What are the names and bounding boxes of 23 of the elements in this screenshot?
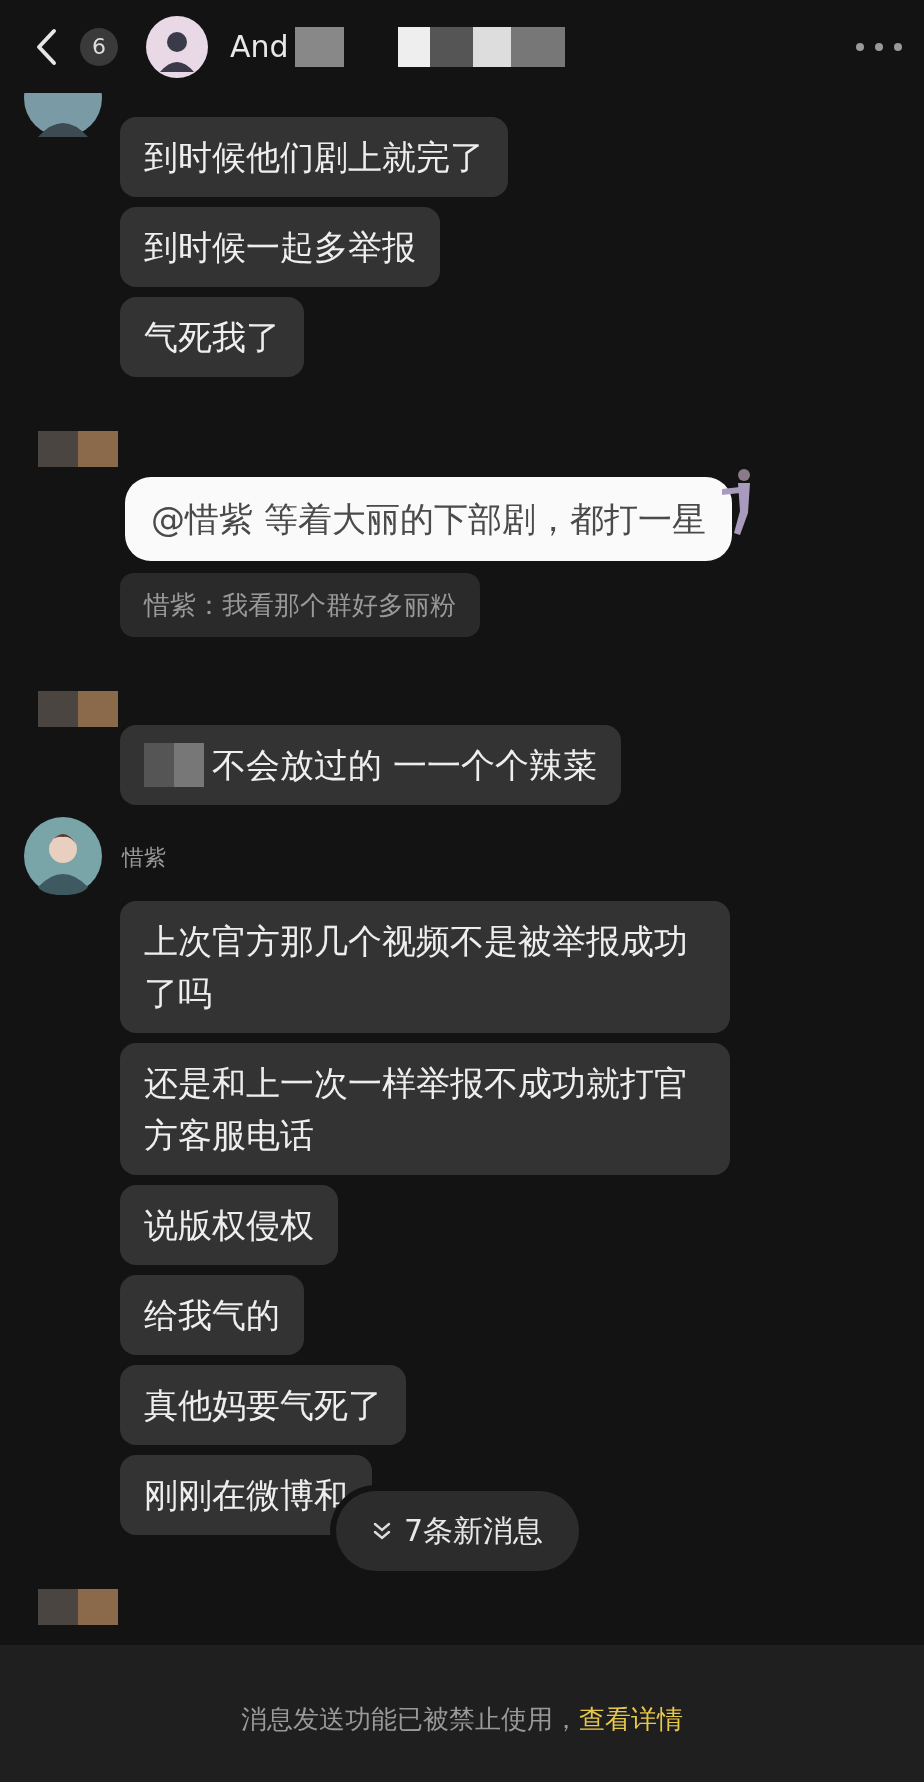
double-chevron-icon — [372, 1521, 392, 1542]
more-icon[interactable] — [854, 40, 904, 53]
mosaic-blur — [144, 743, 204, 788]
unread-count: 6 — [80, 27, 118, 66]
message-bubble: 还是和上一次一样举报不成功就打官方客服电话 — [120, 1043, 730, 1176]
mention-sticker: @惜紫 等着大丽的下部剧，都打一星 — [125, 477, 732, 562]
avatar[interactable] — [146, 15, 208, 78]
message-bubble: 到时候他们剧上就完了 — [120, 117, 508, 198]
message-bubble: 真他妈要气死了 — [120, 1365, 406, 1446]
message-bubble: 气死我了 — [120, 297, 304, 378]
details-link[interactable]: 查看详情 — [579, 1702, 683, 1738]
avatar[interactable] — [24, 93, 102, 138]
back-icon — [34, 26, 58, 67]
quoted-message: 惜紫：我看那个群好多丽粉 — [120, 573, 480, 638]
sender-name: 惜紫 — [122, 844, 166, 873]
message-bubble: 给我气的 — [120, 1275, 304, 1356]
back-button[interactable] — [34, 26, 58, 67]
message-text: 不会放过的 一一个个辣菜 — [212, 744, 597, 788]
message-bubble: 上次官方那几个视频不是被举报成功了吗 — [120, 901, 730, 1034]
message-bubble: 到时候一起多举报 — [120, 207, 440, 288]
notice-text: 消息发送功能已被禁止使用， — [241, 1703, 579, 1737]
message-bubble: 说版权侵权 — [120, 1185, 338, 1266]
chat-title: And — [230, 29, 289, 65]
